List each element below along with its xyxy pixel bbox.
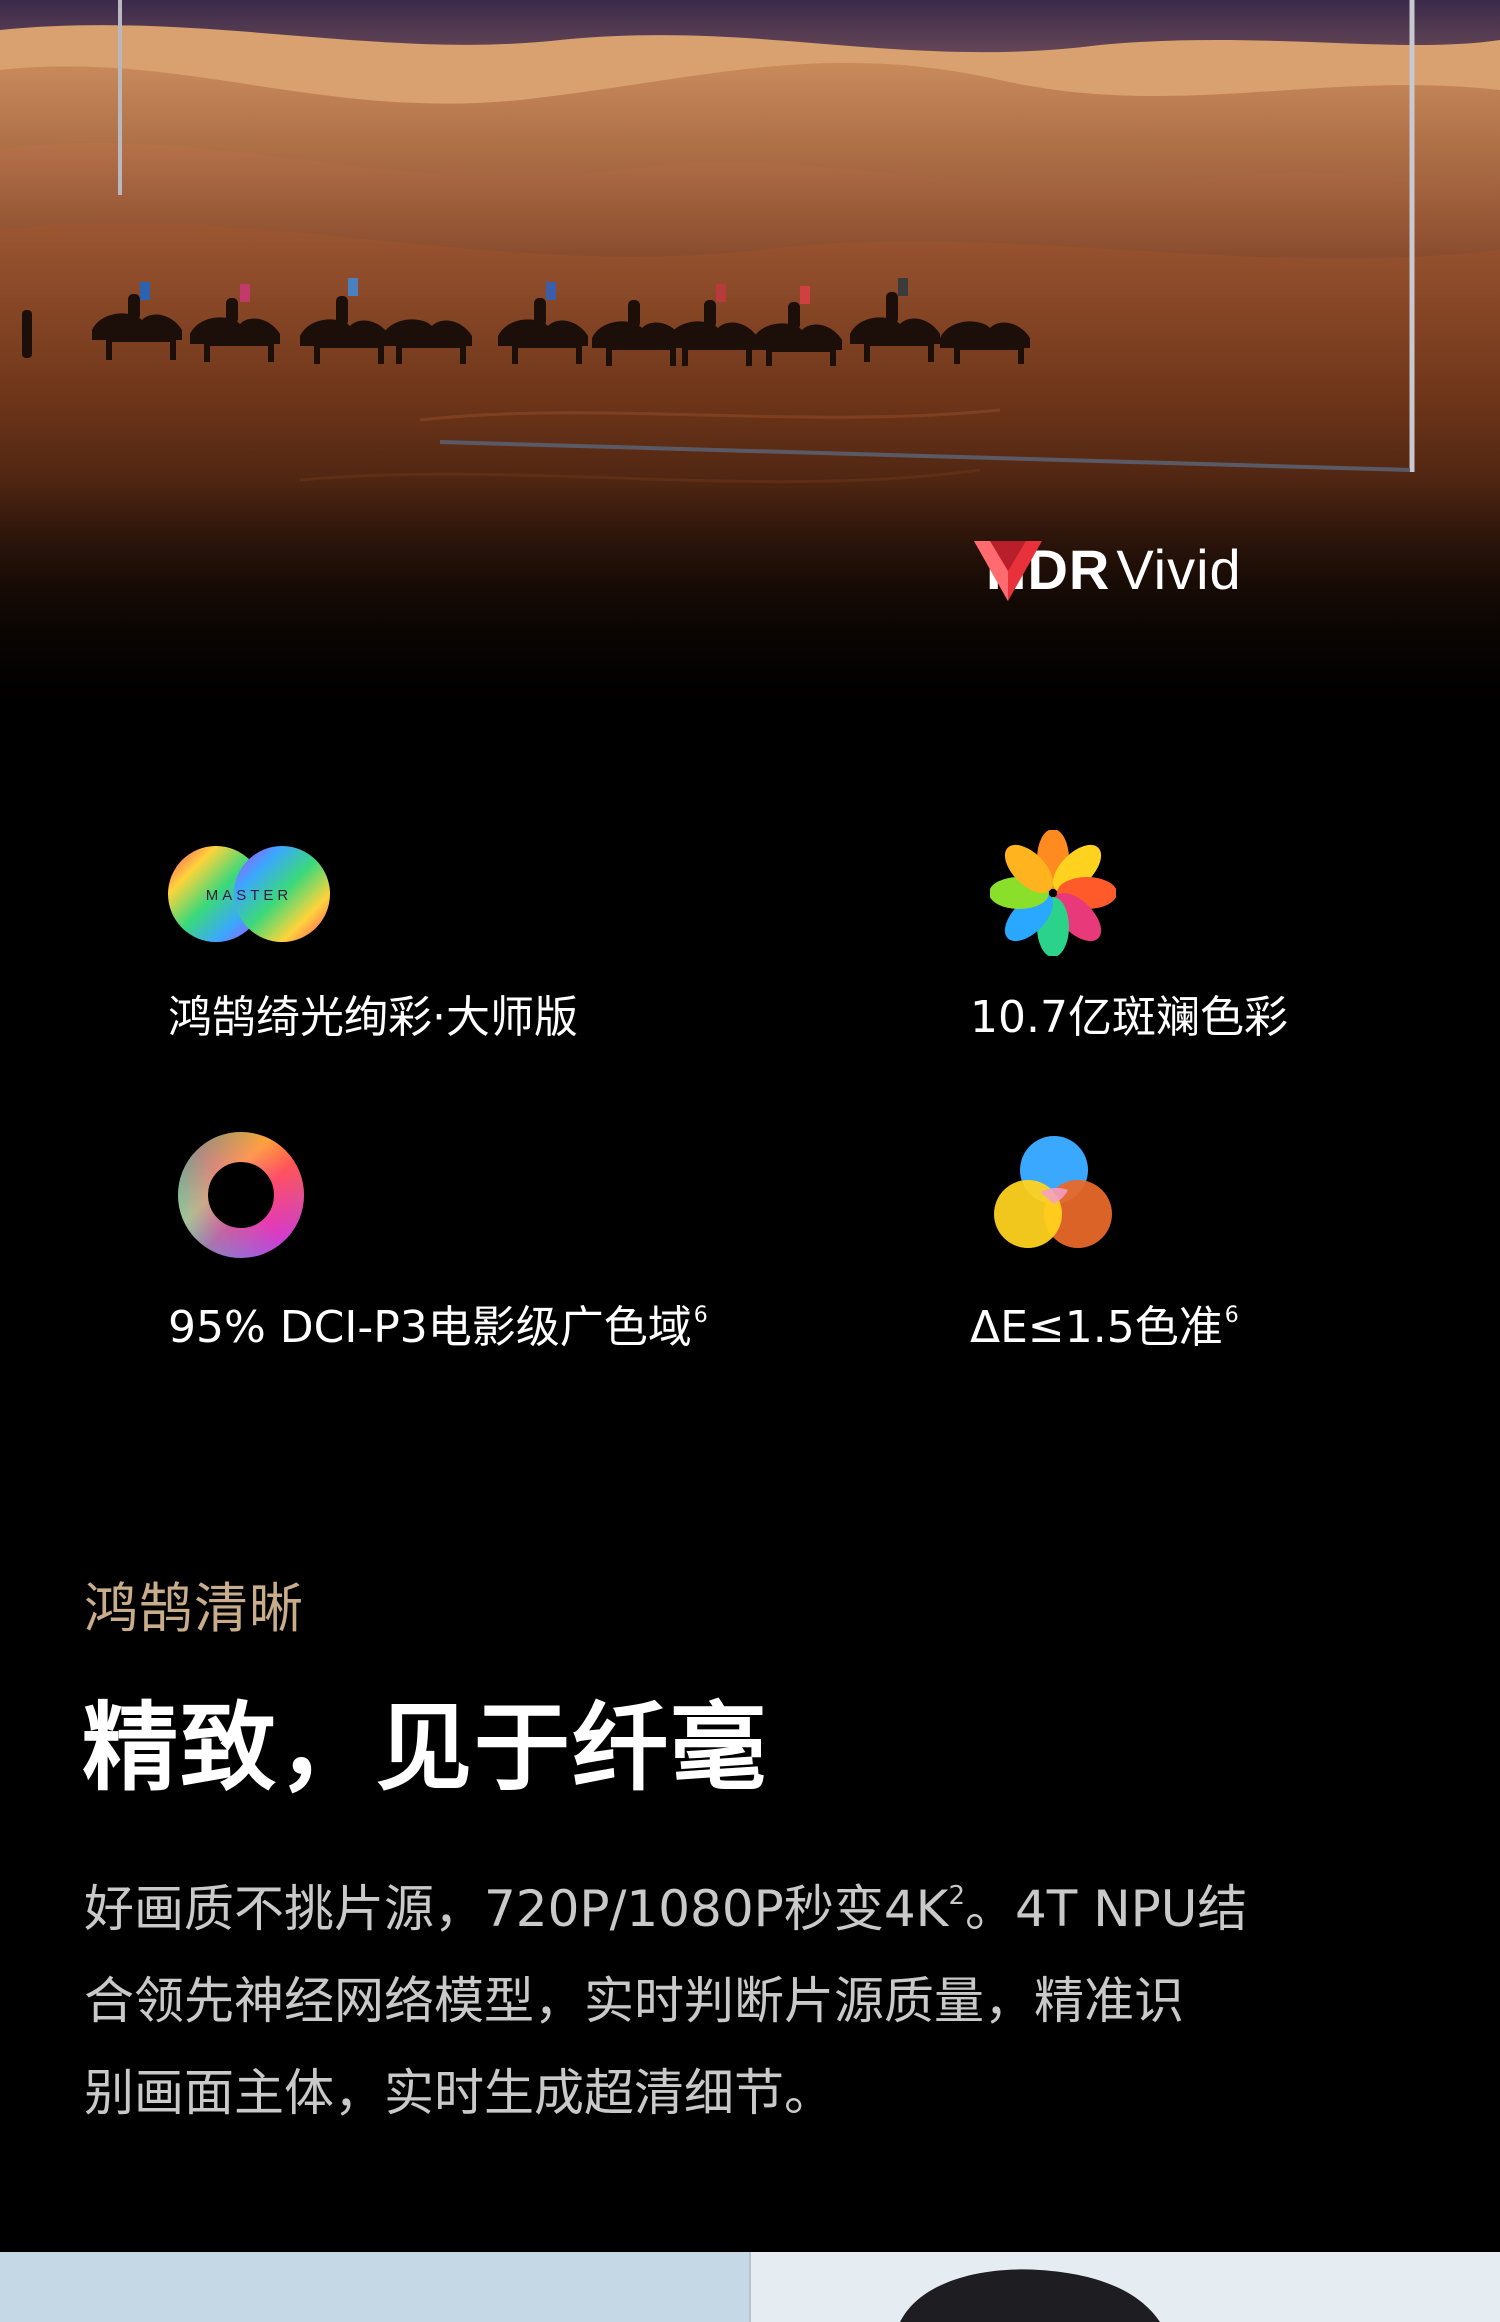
section-body: 好画质不挑片源，720P/1080P秒变4K2。4T NPU结 合领先神经网络模… [84,1850,1424,2139]
product-detail-page: HDR Vivid MASTER 鸿鹄绮光绚彩·大师版 10.7亿斑斓色彩 95… [0,0,1500,2322]
hdr-vivid-badge: HDR Vivid [972,537,1242,603]
hero-desert-image: HDR Vivid [0,0,1500,730]
body-line-3: 别画面主体，实时生成超清细节。 [84,2064,834,2122]
body-line-1: 好画质不挑片源，720P/1080P秒变4K2。4T NPU结 [84,1880,1248,1938]
desert-scene-illustration [0,0,1500,730]
color-ring-icon [178,1132,304,1258]
body-line-2: 合领先神经网络模型，实时判断片源质量，精准识 [84,1972,1184,2030]
next-section-photo [0,2252,1500,2322]
master-infinity-icon: MASTER [168,846,330,942]
hdr-vivid-logo-icon [974,541,1042,601]
feature-label: 95% DCI-P3电影级广色域6 [168,1302,708,1353]
feature-label: 10.7亿斑斓色彩 [970,992,1288,1043]
overlapping-circles-icon [994,1136,1112,1248]
color-petals-icon [990,830,1116,956]
feature-label: ΔE≤1.5色准6 [970,1302,1239,1353]
feature-label: 鸿鹄绮光绚彩·大师版 [168,992,578,1043]
svg-text:MASTER: MASTER [206,887,293,904]
section-headline: 精致，见于纤毫 [82,1692,768,1804]
next-section-preview-image [0,2252,1500,2322]
section-eyebrow: 鸿鹄清晰 [84,1577,304,1640]
